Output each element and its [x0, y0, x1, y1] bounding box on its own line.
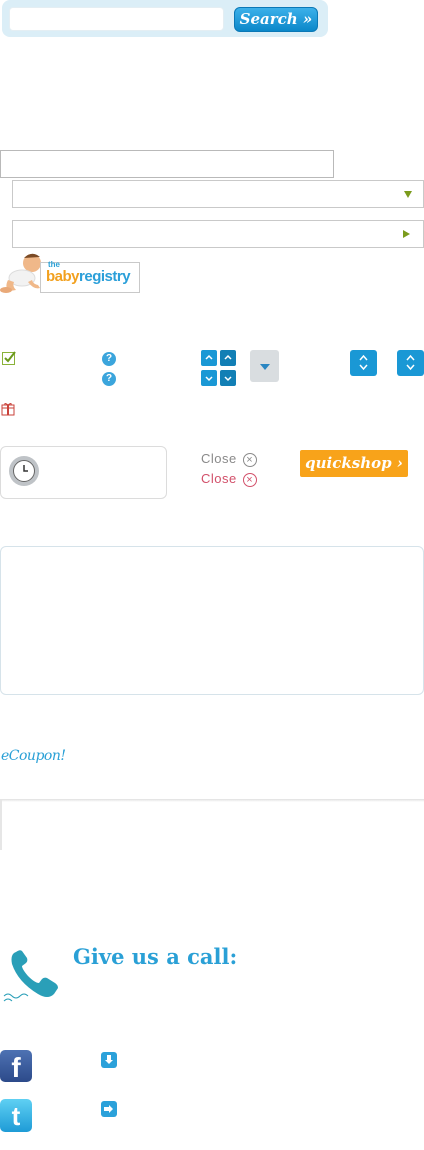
panel-divider: [0, 799, 424, 802]
close-label: Close: [201, 451, 237, 466]
search-button[interactable]: Search »: [234, 7, 318, 32]
arrow-down-icon: [105, 1055, 113, 1064]
chevron-down-icon: [224, 376, 232, 382]
arrow-up-button-hover[interactable]: [220, 350, 236, 366]
close-icon: ×: [242, 452, 257, 467]
dropdown-select[interactable]: [12, 180, 424, 208]
chevron-up-icon: [224, 354, 232, 360]
expand-select[interactable]: [12, 220, 424, 248]
spinner-button[interactable]: [397, 350, 424, 376]
caret-down-icon: [260, 364, 270, 370]
chevron-up-icon: [205, 354, 213, 360]
download-arrow-button[interactable]: [101, 1052, 117, 1068]
chevron-right-icon: [403, 230, 410, 238]
twitter-icon[interactable]: t: [0, 1099, 32, 1132]
forward-arrow-button[interactable]: [101, 1101, 117, 1117]
gift-icon: [1, 403, 15, 416]
clock-hands: [23, 465, 28, 472]
up-down-arrows-icon: [359, 354, 368, 371]
close-label: Close: [201, 471, 237, 486]
arrow-down-button[interactable]: [201, 370, 217, 386]
clock-icon: [9, 456, 39, 486]
arrow-right-icon: [104, 1105, 113, 1113]
search-input[interactable]: [9, 7, 224, 31]
clock-face: [13, 460, 35, 482]
logo-registry-text: registry: [79, 268, 131, 285]
quickshop-button[interactable]: quickshop ›: [300, 450, 408, 477]
baby-illustration-icon: [0, 253, 41, 293]
checkmark-icon: [4, 351, 16, 363]
content-panel: [0, 546, 424, 695]
close-link[interactable]: Close ×: [201, 451, 257, 467]
panel-edge: [0, 800, 2, 850]
text-field[interactable]: [0, 150, 334, 178]
help-icon[interactable]: ?: [102, 352, 116, 366]
chevron-down-icon: [205, 376, 213, 382]
up-down-arrows-icon: [406, 354, 415, 371]
facebook-icon[interactable]: f: [0, 1050, 32, 1083]
arrow-up-button[interactable]: [201, 350, 217, 366]
dropdown-toggle-button[interactable]: [250, 350, 279, 382]
delivery-time-box: [0, 446, 167, 499]
close-link-hover[interactable]: Close ×: [201, 471, 257, 487]
chevron-down-icon: [404, 191, 412, 198]
spinner-button[interactable]: [350, 350, 377, 376]
close-icon: ×: [242, 472, 257, 487]
logo-baby-text: baby: [46, 268, 80, 285]
ecoupon-label[interactable]: eCoupon!: [1, 748, 66, 764]
call-heading: Give us a call:: [73, 944, 238, 969]
phone-icon: [3, 950, 58, 1002]
logo-wordmark: babyregistry: [46, 268, 131, 285]
help-icon[interactable]: ?: [102, 372, 116, 386]
arrow-down-button-hover[interactable]: [220, 370, 236, 386]
baby-registry-logo[interactable]: the babyregistry: [0, 250, 140, 295]
checkbox[interactable]: [2, 351, 16, 365]
